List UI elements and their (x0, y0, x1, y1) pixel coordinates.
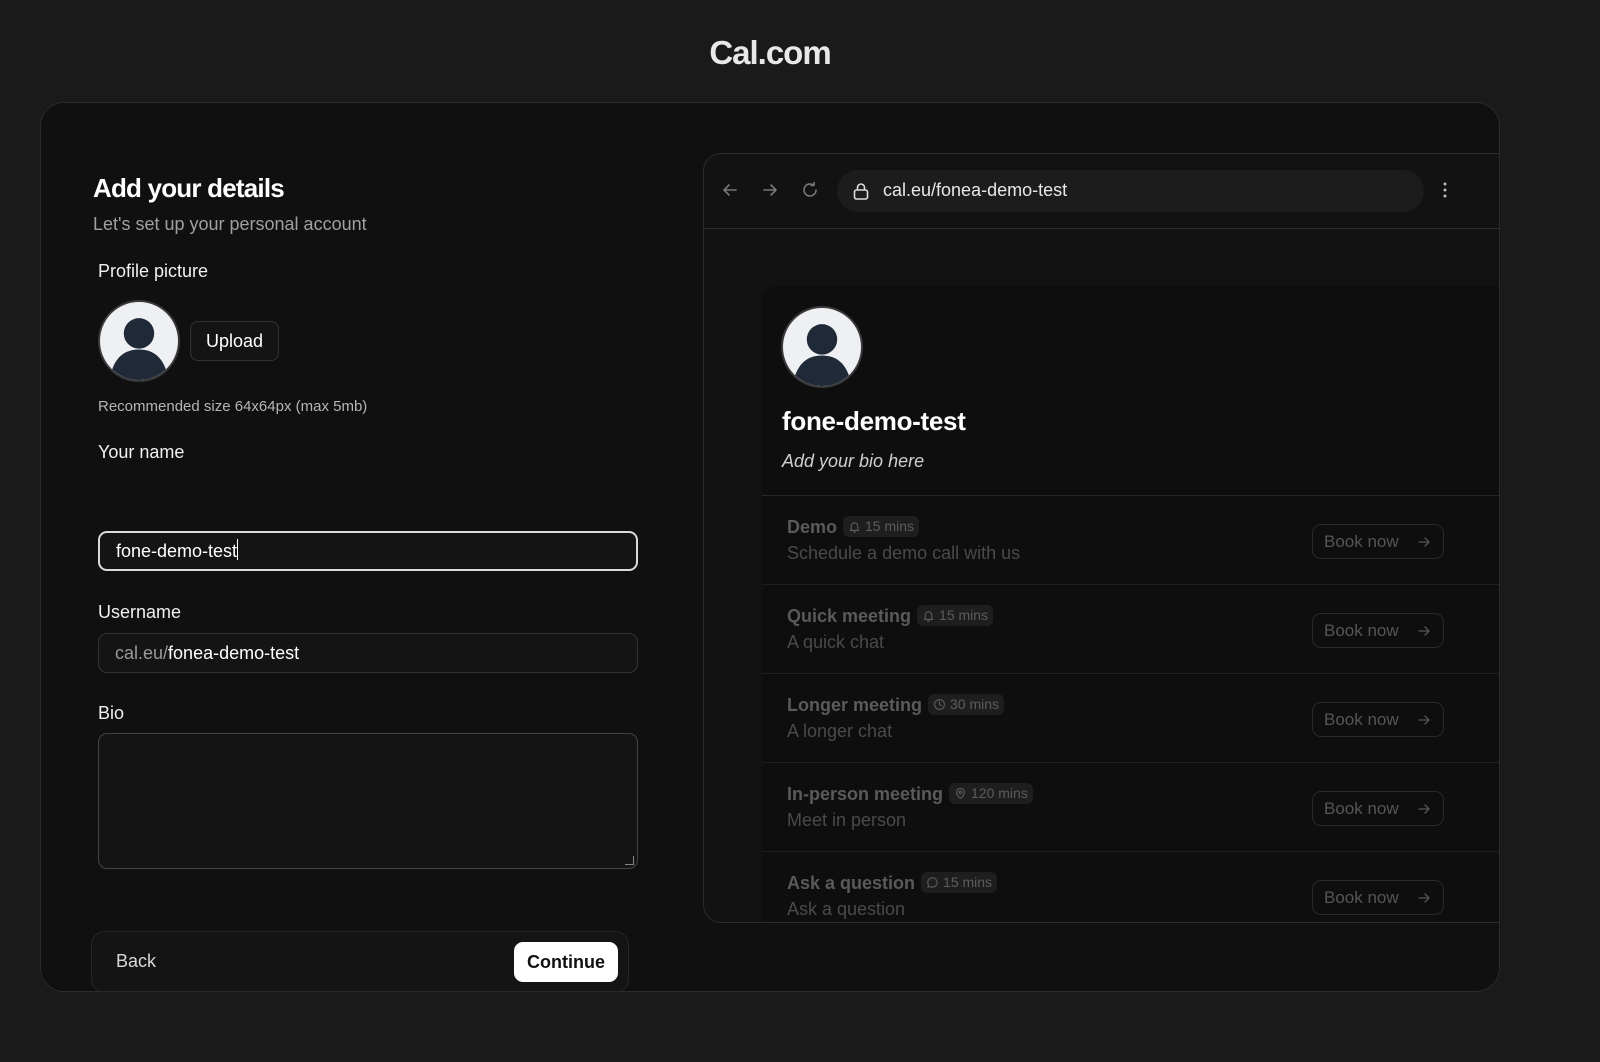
browser-toolbar: cal.eu/fonea-demo-test (704, 154, 1499, 229)
arrow-left-icon (720, 180, 740, 200)
username-input[interactable]: cal.eu/fonea-demo-test (98, 633, 638, 673)
upload-size-hint: Recommended size 64x64px (max 5mb) (98, 398, 368, 415)
profile-picture-label: Profile picture (98, 261, 209, 281)
username-value: fonea-demo-test (168, 643, 300, 663)
bell-icon (923, 611, 934, 622)
upload-button[interactable]: Upload (190, 321, 280, 361)
event-type-item: Quick meeting 15 mins A quick chat Book n… (762, 585, 1499, 674)
duration-badge: 120 mins (949, 783, 1033, 804)
arrow-right-icon (760, 180, 780, 200)
arrow-right-icon (1418, 626, 1430, 636)
user-silhouette-icon (109, 318, 169, 380)
avatar (98, 300, 180, 382)
duration-badge: 15 mins (921, 872, 998, 893)
continue-button[interactable]: Continue (514, 942, 618, 982)
event-title: In-person meeting (787, 784, 944, 804)
refresh-icon (800, 180, 820, 200)
brand-logo: Cal.com (709, 34, 831, 71)
public-profile-preview: fone-demo-test Add your bio here Demo 15 … (762, 286, 1499, 922)
user-silhouette-icon (792, 324, 852, 386)
bio-label: Bio (98, 703, 125, 723)
event-type-list: Demo 15 mins Schedule a demo call with us… (762, 495, 1499, 922)
book-now-button[interactable]: Book now (1312, 524, 1444, 559)
event-type-item: Longer meeting 30 mins A longer chat Book… (762, 674, 1499, 763)
arrow-right-icon (1418, 893, 1430, 903)
username-prefix: cal.eu/ (115, 643, 169, 663)
bell-icon (849, 522, 860, 533)
username-label: Username (98, 602, 182, 622)
event-title: Demo (787, 517, 838, 537)
event-type-item: In-person meeting 120 mins Meet in person… (762, 763, 1499, 852)
arrow-right-icon (1418, 715, 1430, 725)
page-subtitle: Let's set up your personal account (93, 214, 367, 234)
event-type-item: Demo 15 mins Schedule a demo call with us… (762, 496, 1499, 585)
arrow-right-icon (1418, 537, 1430, 547)
clock-icon (934, 699, 945, 710)
event-description: Ask a question (787, 899, 906, 919)
event-description: A longer chat (787, 721, 893, 741)
duration-badge: 15 mins (917, 605, 994, 626)
event-description: A quick chat (787, 632, 885, 652)
preview-bio: Add your bio here (782, 451, 925, 471)
bio-textarea[interactable] (98, 733, 638, 869)
onboarding-card: Add your details Let's set up your perso… (40, 102, 1500, 992)
name-label: Your name (98, 442, 185, 462)
page-title: Add your details (93, 173, 285, 203)
preview-avatar (781, 306, 863, 388)
more-vertical-icon (1442, 181, 1448, 199)
address-bar: cal.eu/fonea-demo-test (837, 170, 1424, 212)
duration-badge: 30 mins (928, 694, 1005, 715)
duration-badge: 15 mins (843, 516, 920, 537)
form-footer: Back Continue (91, 931, 629, 991)
event-title: Longer meeting (787, 695, 923, 715)
map-pin-icon (956, 787, 965, 800)
name-input[interactable]: fone-demo-test (98, 531, 638, 571)
message-icon (927, 877, 938, 888)
text-caret (237, 539, 239, 560)
preview-display-name: fone-demo-test (782, 406, 966, 436)
book-now-button[interactable]: Book now (1312, 880, 1444, 915)
event-title: Quick meeting (787, 606, 912, 626)
event-description: Schedule a demo call with us (787, 543, 1021, 563)
lock-icon (851, 181, 871, 201)
name-value: fone-demo-test (116, 541, 238, 561)
arrow-right-icon (1418, 804, 1430, 814)
event-description: Meet in person (787, 810, 907, 830)
book-now-button[interactable]: Book now (1312, 702, 1444, 737)
event-title: Ask a question (787, 873, 916, 893)
url-text: cal.eu/fonea-demo-test (883, 180, 1068, 200)
back-button[interactable]: Back (116, 951, 156, 972)
book-now-button[interactable]: Book now (1312, 791, 1444, 826)
profile-preview-browser: cal.eu/fonea-demo-test fone-demo-test Ad… (703, 153, 1499, 923)
book-now-button[interactable]: Book now (1312, 613, 1444, 648)
details-form: Add your details Let's set up your perso… (91, 173, 653, 991)
resize-grip-icon[interactable] (625, 856, 634, 865)
event-type-item: Ask a question 15 mins Ask a question Boo… (762, 852, 1499, 922)
